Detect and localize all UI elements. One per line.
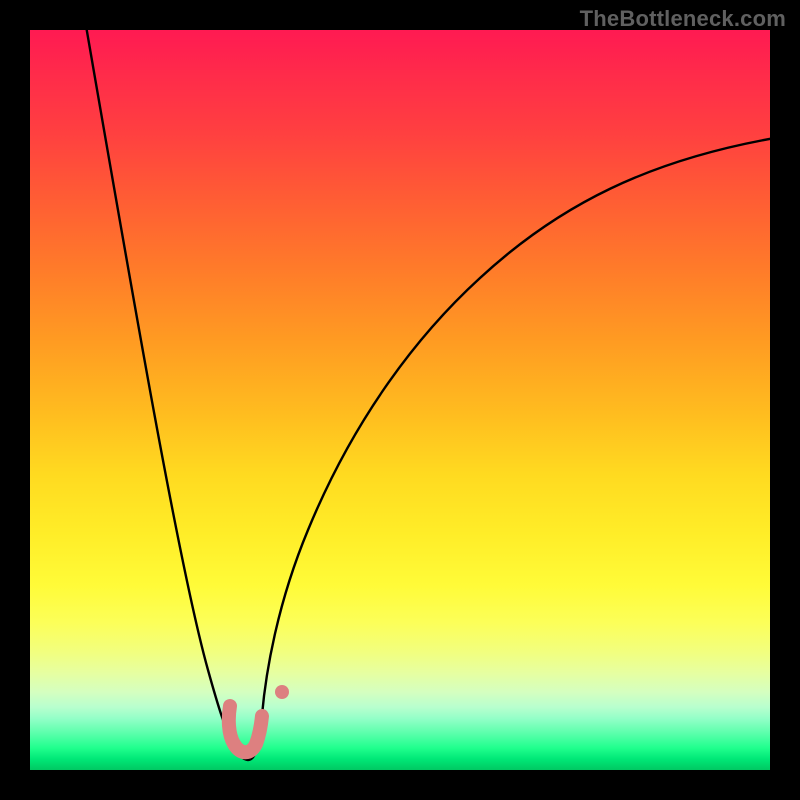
chart-frame: TheBottleneck.com: [0, 0, 800, 800]
watermark-text: TheBottleneck.com: [580, 6, 786, 32]
plot-area: [30, 30, 770, 770]
highlight-right-marker: [275, 685, 289, 699]
curve-right-branch: [262, 138, 770, 715]
chart-svg: [30, 30, 770, 770]
curve-left-branch: [85, 30, 261, 760]
highlight-left-marker: [229, 706, 262, 752]
